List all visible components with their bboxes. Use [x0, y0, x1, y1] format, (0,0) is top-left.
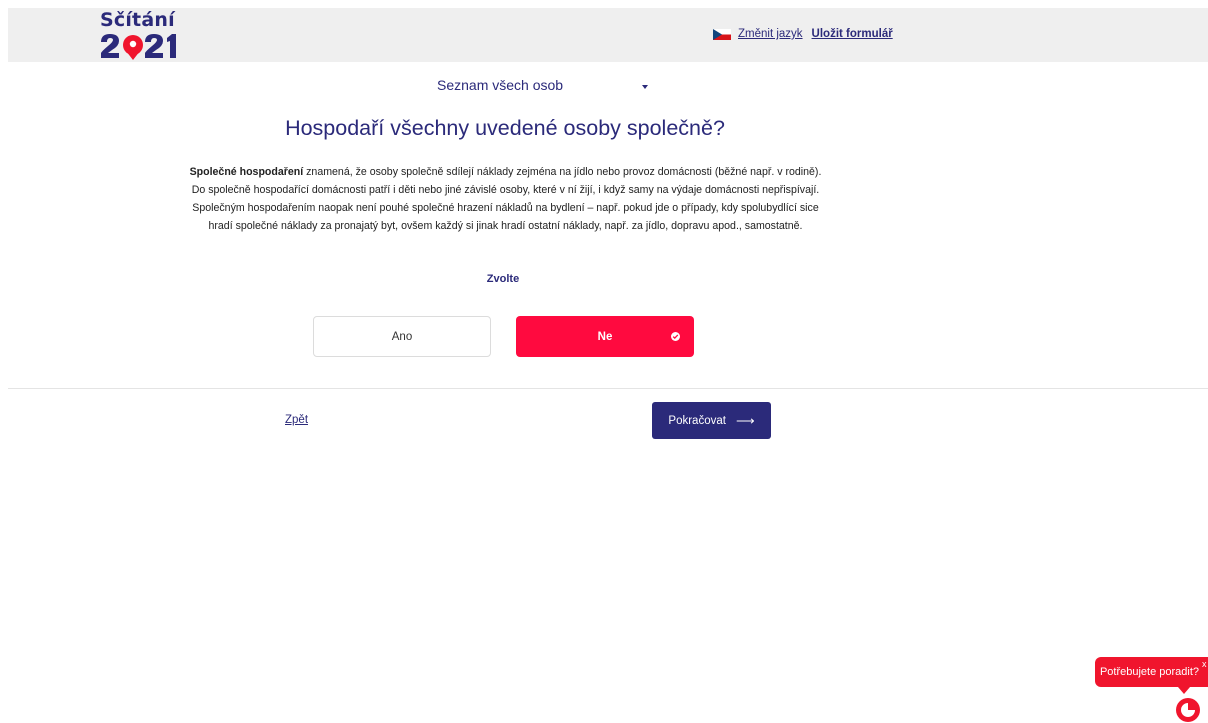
choose-label: Zvolte [486, 273, 520, 285]
check-icon [671, 332, 680, 341]
info-bold-term: Společné hospodaření [189, 166, 304, 178]
help-chat-bubble[interactable]: Potřebujete poradit? [1095, 657, 1208, 694]
option-ano-button[interactable]: Ano [313, 316, 491, 357]
continue-label: Pokračovat [668, 414, 726, 427]
caret-down-icon [642, 85, 648, 89]
persons-list-label: Seznam všech osob [437, 77, 564, 93]
continue-button[interactable]: Pokračovat ⟶ [652, 402, 771, 439]
persons-list-dropdown[interactable]: Seznam všech osob [437, 77, 657, 99]
change-language-link[interactable]: Změnit jazyk [738, 28, 803, 40]
bubble-tail [1178, 687, 1190, 694]
arrow-right-icon: ⟶ [735, 412, 755, 428]
scitani-logo[interactable]: Sčítání [100, 9, 176, 60]
question-info: Společné hospodaření znamená, že osoby s… [188, 163, 823, 235]
chat-assistant-icon[interactable] [1175, 697, 1201, 723]
back-link[interactable]: Zpět [285, 414, 308, 426]
header-bar: Sčítání Změnit jazyk Uložit formulář [8, 8, 1208, 62]
option-ne-label: Ne [597, 330, 613, 343]
save-form-link[interactable]: Uložit formulář [812, 28, 893, 40]
help-close-icon[interactable]: x [1202, 659, 1207, 669]
logo-text: Sčítání [100, 9, 175, 31]
option-ano-label: Ano [391, 330, 413, 343]
logo-year-graphic [101, 34, 176, 60]
option-ne-button[interactable]: Ne [516, 316, 694, 357]
czech-flag-icon [713, 28, 731, 40]
help-label: Potřebujete poradit? [1099, 666, 1200, 678]
divider [8, 388, 1208, 389]
question-title: Hospodaří všechny uvedené osoby společně… [285, 116, 725, 140]
header-actions: Změnit jazyk Uložit formulář [713, 26, 893, 42]
